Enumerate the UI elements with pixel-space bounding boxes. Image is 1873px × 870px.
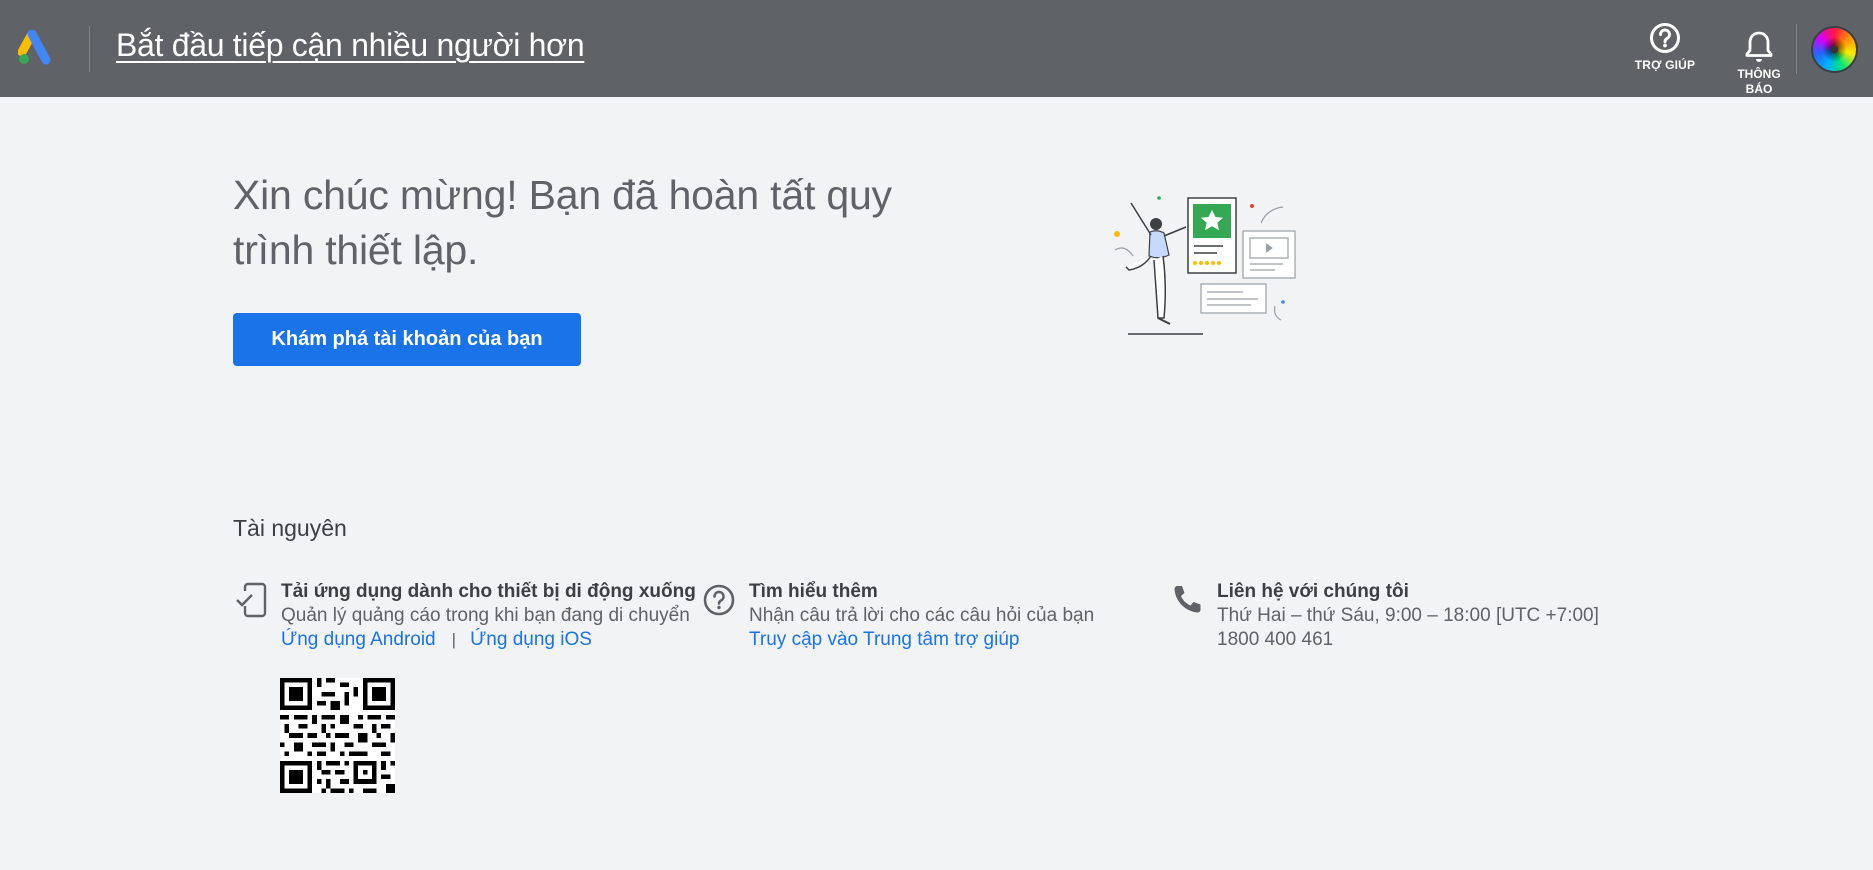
help-circle-icon xyxy=(1650,23,1680,53)
help-outline-icon xyxy=(703,584,735,616)
android-app-link[interactable]: Ứng dụng Android xyxy=(281,629,436,650)
celebration-illustration xyxy=(1114,196,1296,335)
congrats-heading: Xin chúc mừng! Bạn đã hoàn tất quy trình… xyxy=(233,172,892,273)
qr-code-icon xyxy=(280,678,395,793)
resources-title: Tài nguyên xyxy=(233,515,347,541)
contact-heading: Liên hệ với chúng tôi xyxy=(1217,581,1409,602)
notifications-label: THÔNG BÁO xyxy=(1737,67,1781,96)
link-separator: | xyxy=(451,630,457,649)
bell-icon xyxy=(1745,31,1773,62)
ios-app-link[interactable]: Ứng dụng iOS xyxy=(470,629,592,650)
page-title[interactable]: Bắt đầu tiếp cận nhiều người hơn xyxy=(116,27,585,64)
account-avatar-icon[interactable] xyxy=(1811,26,1858,73)
mobile-app-heading: Tải ứng dụng dành cho thiết bị di động x… xyxy=(281,581,696,602)
google-ads-logo-icon[interactable] xyxy=(18,30,56,66)
explore-account-button[interactable]: Khám phá tài khoản của bạn xyxy=(233,313,581,366)
phone-icon xyxy=(1174,586,1201,613)
help-button[interactable]: TRỢ GIÚP xyxy=(1630,20,1700,80)
learn-more-description: Nhận câu trả lời cho các câu hỏi của bạn xyxy=(749,605,1095,626)
mobile-app-description: Quản lý quảng cáo trong khi bạn đang di … xyxy=(281,605,690,626)
learn-more-heading: Tìm hiểu thêm xyxy=(749,581,878,602)
header-divider-right xyxy=(1796,24,1797,74)
top-bar: Bắt đầu tiếp cận nhiều người hơn TRỢ GIÚ… xyxy=(0,0,1873,97)
mobile-phone-check-icon xyxy=(236,582,267,618)
contact-hours: Thứ Hai – thứ Sáu, 9:00 – 18:00 [UTC +7:… xyxy=(1217,605,1599,626)
help-center-link[interactable]: Truy cập vào Trung tâm trợ giúp xyxy=(749,629,1019,650)
notifications-button[interactable]: THÔNG BÁO xyxy=(1724,30,1794,100)
header-divider xyxy=(89,26,90,72)
contact-phone: 1800 400 461 xyxy=(1217,629,1334,650)
help-label: TRỢ GIÚP xyxy=(1634,58,1696,72)
